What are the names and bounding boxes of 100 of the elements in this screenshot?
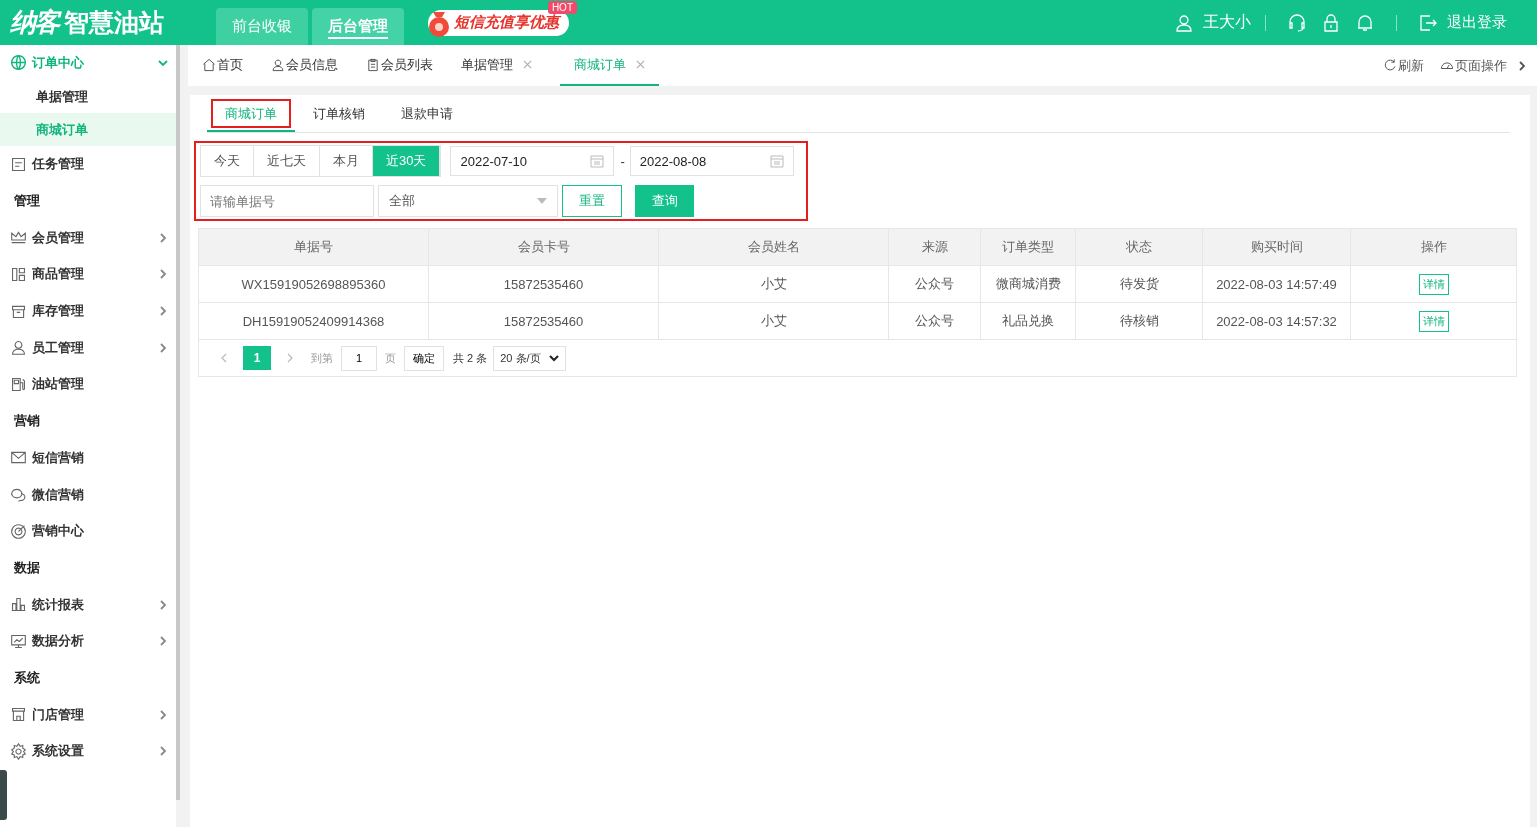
sidebar-group-label: 订单中心 [32, 53, 85, 72]
sidebar-item[interactable]: 油站管理 [0, 366, 176, 403]
previous-page-icon[interactable] [219, 353, 229, 363]
chat-icon [10, 486, 27, 504]
form-icon [10, 155, 27, 173]
sidebar-item-label: 统计报表 [32, 595, 85, 614]
sidebar-heading: 营销 [13, 411, 41, 430]
gear-icon [10, 742, 27, 760]
user-icon [10, 339, 27, 357]
sidebar-item[interactable]: 任务管理 [0, 146, 176, 183]
sidebar-item[interactable]: 门店管理 [0, 696, 176, 733]
monitor-icon [10, 632, 27, 650]
goto-label: 到第 [311, 350, 333, 366]
user-icon [271, 57, 285, 72]
column-header: 单据号 [199, 229, 429, 265]
page-tab[interactable]: 会员信息 [271, 45, 352, 86]
page-actions-button[interactable]: 页面操作 [1440, 56, 1507, 75]
globe-icon [10, 54, 27, 71]
sidebar-item[interactable]: 会员管理 [0, 219, 176, 257]
page-tab-label: 会员信息 [286, 55, 338, 74]
table-cell: DH15919052409914368 [199, 303, 429, 339]
store-icon [10, 706, 27, 724]
table-cell: 礼品兑换 [981, 303, 1076, 339]
sidebar-item-label: 微信营销 [32, 485, 85, 504]
sidebar-item[interactable]: 数据分析 [0, 622, 176, 660]
column-header: 操作 [1419, 238, 1448, 256]
sidebar-item[interactable]: 统计报表 [0, 586, 176, 623]
table-cell: 2022-08-03 14:57:32 [1203, 303, 1351, 339]
sidebar-item[interactable]: 库存管理 [0, 292, 176, 330]
table-cell: 待发货 [1076, 266, 1203, 302]
sidebar-item-label: 员工管理 [32, 338, 85, 357]
table-cell: WX15919052698895360 [199, 266, 429, 302]
sidebar-heading: 系统 [13, 668, 41, 687]
table-cell: 2022-08-03 14:57:49 [1203, 266, 1351, 302]
sidebar-item[interactable]: 营销中心 [0, 512, 176, 550]
order-number-field[interactable]: 请输单据号 [200, 185, 374, 217]
close-icon[interactable] [636, 60, 645, 69]
date-separator: - [620, 153, 625, 169]
confirm-button[interactable]: 确定 [404, 345, 444, 371]
house-icon [202, 57, 216, 72]
sidebar-subitem[interactable]: 单据管理 [0, 80, 176, 113]
sub-tab[interactable]: 订单核销 [295, 95, 383, 132]
close-icon[interactable] [523, 60, 532, 69]
sidebar-item-label: 商品管理 [32, 265, 85, 284]
sidebar-item[interactable]: 系统设置 [0, 733, 176, 770]
table-cell: 公众号 [889, 266, 981, 302]
column-header: 购买时间 [1203, 229, 1351, 265]
user-icon[interactable] [1174, 12, 1194, 33]
page-tab[interactable]: 单据管理 [461, 45, 546, 86]
headset-icon[interactable] [1287, 12, 1307, 33]
sidebar-heading: 管理 [13, 191, 41, 210]
target-icon [10, 522, 27, 540]
sidebar-item-label: 营销中心 [32, 522, 85, 541]
page-tab-label: 首页 [217, 55, 243, 74]
table-cell: 15872535460 [429, 266, 659, 302]
sidebar-item-label: 短信营销 [32, 448, 85, 467]
chevron-down-icon [548, 353, 559, 363]
sidebar-item-label: 会员管理 [32, 228, 85, 247]
page-input[interactable]: 1 [341, 345, 377, 371]
sidebar-heading: 数据 [13, 558, 41, 577]
calendar-icon [590, 154, 605, 168]
sidebar-item-label: 任务管理 [32, 155, 85, 174]
next-page-icon[interactable] [285, 353, 295, 363]
page-size-select[interactable]: 20 条/页 [493, 345, 566, 371]
sidebar-item-label: 库存管理 [32, 302, 85, 321]
table-cell: 公众号 [889, 303, 981, 339]
page-tab[interactable]: 首页 [202, 45, 257, 86]
logout-icon[interactable] [1418, 12, 1438, 33]
sidebar-item-label: 油站管理 [32, 375, 85, 394]
date-field[interactable]: 2022-07-10 [450, 146, 615, 176]
table-cell: 待核销 [1076, 303, 1203, 339]
logo-text: 智慧油站 [64, 7, 164, 38]
hot-badge: HOT [547, 0, 577, 14]
total-count: 共 2 条 [453, 350, 488, 366]
side-handle[interactable] [0, 770, 7, 820]
sidebar-item[interactable]: 短信营销 [0, 439, 176, 477]
status-select[interactable]: 全部 [378, 185, 558, 217]
page-tab[interactable]: 会员列表 [366, 45, 447, 86]
date-field[interactable]: 2022-08-08 [629, 146, 794, 176]
page-unit: 页 [385, 350, 396, 366]
refresh-icon [1383, 57, 1397, 72]
chevron-icon [158, 57, 168, 68]
sub-tab[interactable]: 退款申请 [383, 95, 471, 132]
column-header: 来源 [889, 229, 981, 265]
sidebar-item[interactable]: 微信营销 [0, 476, 176, 513]
grid-icon [10, 265, 27, 283]
column-header: 会员姓名 [659, 229, 889, 265]
calendar-icon [769, 154, 784, 168]
sidebar-item-label: 系统设置 [32, 742, 85, 761]
refresh-button[interactable]: 刷新 [1383, 56, 1424, 75]
chevron-icon[interactable] [1517, 60, 1527, 71]
column-header: 状态 [1076, 229, 1203, 265]
bell-icon[interactable] [1355, 12, 1375, 33]
sidebar-item-label: 数据分析 [32, 632, 85, 651]
lock-icon[interactable] [1321, 12, 1341, 33]
sidebar-item[interactable]: 员工管理 [0, 329, 176, 367]
sidebar-item[interactable]: 商品管理 [0, 256, 176, 293]
sidebar-item-label: 门店管理 [32, 705, 85, 724]
page-tab-label: 商城订单 [574, 55, 626, 74]
scrollbar[interactable] [176, 45, 180, 800]
